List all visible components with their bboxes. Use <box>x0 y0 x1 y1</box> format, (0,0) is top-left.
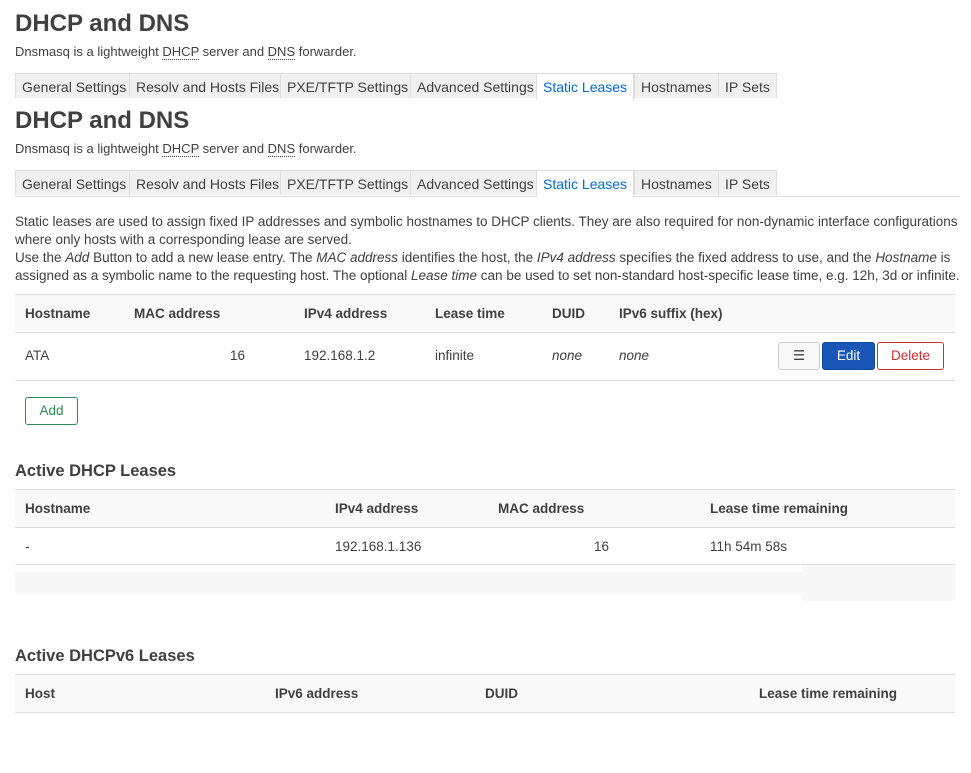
tab-hostnames[interactable]: Hostnames <box>634 170 719 195</box>
col-ipv4-address: IPv4 address <box>304 306 388 321</box>
col-host: Host <box>25 686 55 701</box>
tab-hostnames[interactable]: Hostnames <box>634 73 719 98</box>
col-duid: DUID <box>552 306 585 321</box>
abbr-dhcp: DHCP <box>162 141 200 157</box>
tab-static-leases[interactable]: Static Leases <box>536 73 635 100</box>
cell-hostname: ATA <box>25 348 50 363</box>
tab-pxe-tftp-settings[interactable]: PXE/TFTP Settings <box>280 170 416 195</box>
tab-bar: General Settings Resolv and Hosts Files … <box>15 73 960 100</box>
col-lease-time-remaining: Lease time remaining <box>759 686 898 701</box>
cell-ipv6-suffix: none <box>619 348 650 363</box>
active-dhcpv6-heading: Active DHCPv6 Leases <box>15 647 195 665</box>
abbr-dhcp: DHCP <box>162 44 200 60</box>
delete-button[interactable]: Delete <box>877 342 944 370</box>
abbr-dns: DNS <box>267 44 296 60</box>
tab-advanced-settings[interactable]: Advanced Settings <box>410 73 541 98</box>
active-dhcp-header: Hostname IPv4 address MAC address Lease … <box>15 489 955 528</box>
col-lease-time: Lease time <box>435 306 505 321</box>
cell-ipv4: 192.168.1.136 <box>335 539 422 554</box>
col-lease-time-remaining: Lease time remaining <box>710 501 849 516</box>
cell-hostname: - <box>25 539 30 554</box>
col-mac-address: MAC address <box>134 306 221 321</box>
active-dhcpv6-header: Host IPv6 address DUID Lease time remain… <box>15 674 955 713</box>
edit-button[interactable]: Edit <box>822 342 875 370</box>
col-ipv6-suffix: IPv6 suffix (hex) <box>619 306 723 321</box>
col-mac-address: MAC address <box>498 501 585 516</box>
cell-lease-time: infinite <box>435 348 475 363</box>
abbr-dns: DNS <box>267 141 296 157</box>
tab-pxe-tftp-settings[interactable]: PXE/TFTP Settings <box>280 73 416 98</box>
placeholder-row <box>15 572 802 594</box>
cell-mac: 16 <box>230 348 246 363</box>
static-leases-header: Hostname MAC address IPv4 address Lease … <box>15 294 955 333</box>
cell-mac: 16 <box>594 539 610 554</box>
cell-duid: none <box>552 348 583 363</box>
page-title: DHCP and DNS <box>15 10 190 37</box>
page-title: DHCP and DNS <box>15 107 190 134</box>
tab-advanced-settings[interactable]: Advanced Settings <box>410 170 541 195</box>
static-leases-intro: Static leases are used to assign fixed I… <box>15 214 960 283</box>
tab-ip-sets[interactable]: IP Sets <box>718 73 777 98</box>
tab-resolv-hosts-files[interactable]: Resolv and Hosts Files <box>129 170 287 195</box>
col-duid: DUID <box>485 686 518 701</box>
placeholder-cell <box>802 565 955 601</box>
add-button[interactable]: Add <box>25 397 78 425</box>
page-description: Dnsmasq is a lightweight DHCP server and… <box>15 44 357 60</box>
col-ipv4-address: IPv4 address <box>335 501 419 516</box>
page-description: Dnsmasq is a lightweight DHCP server and… <box>15 141 357 157</box>
cell-ipv4: 192.168.1.2 <box>304 348 376 363</box>
tab-bar: General Settings Resolv and Hosts Files … <box>15 170 960 197</box>
col-ipv6-address: IPv6 address <box>275 686 359 701</box>
tab-ip-sets[interactable]: IP Sets <box>718 170 777 195</box>
tab-static-leases[interactable]: Static Leases <box>536 170 635 197</box>
row-menu-button[interactable]: ☰ <box>778 342 820 370</box>
tab-general-settings[interactable]: General Settings <box>15 170 134 195</box>
table-row: ATA 16 192.168.1.2 infinite none none ☰ … <box>15 332 955 381</box>
active-dhcp-heading: Active DHCP Leases <box>15 462 177 480</box>
tab-resolv-hosts-files[interactable]: Resolv and Hosts Files <box>129 73 287 98</box>
table-row: - 192.168.1.136 16 11h 54m 58s <box>15 527 955 565</box>
col-hostname: Hostname <box>25 501 91 516</box>
tab-general-settings[interactable]: General Settings <box>15 73 134 98</box>
col-hostname: Hostname <box>25 306 91 321</box>
cell-remaining: 11h 54m 58s <box>710 539 788 554</box>
